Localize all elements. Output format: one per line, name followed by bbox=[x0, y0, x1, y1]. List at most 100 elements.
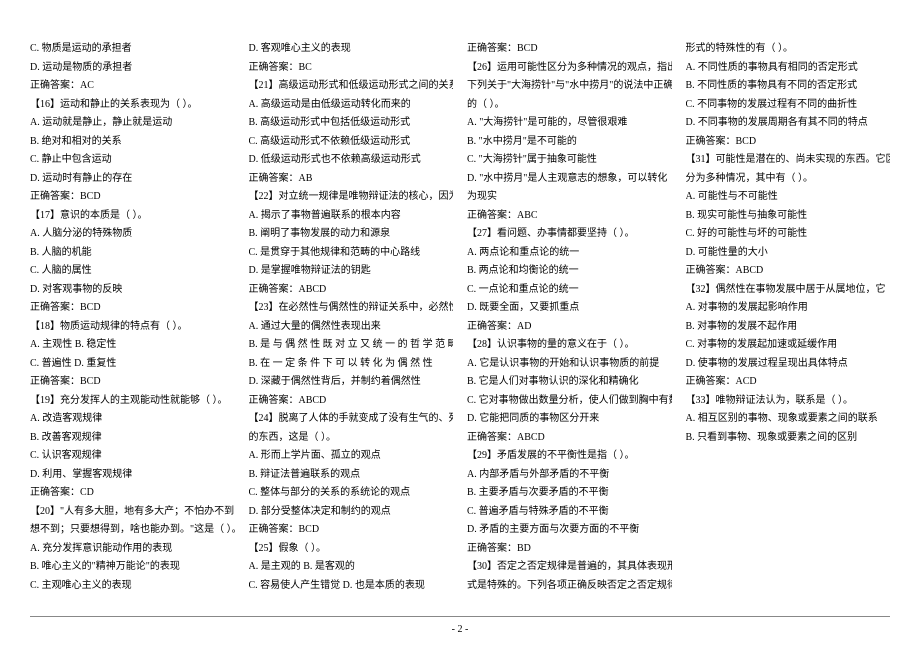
text-line: B. 改善客观规律 bbox=[30, 429, 235, 448]
text-line: B. 唯心主义的"精神万能论"的表现 bbox=[30, 558, 235, 577]
text-line: C. 对事物的发展起加速或延缓作用 bbox=[686, 336, 891, 355]
text-line: 【30】否定之否定规律是普遍的，其具体表现形 bbox=[467, 558, 672, 577]
text-line: 正确答案：ABCD bbox=[467, 429, 672, 448]
text-line: 正确答案：BD bbox=[467, 540, 672, 559]
text-line: 正确答案：ABCD bbox=[249, 392, 454, 411]
text-line: C. 一点论和重点论的统一 bbox=[467, 281, 672, 300]
text-line: 【21】高级运动形式和低级运动形式之间的关系是 bbox=[249, 77, 454, 96]
text-line: 正确答案：ACD bbox=[686, 373, 891, 392]
text-line: A. 通过大量的偶然性表现出来 bbox=[249, 318, 454, 337]
text-line: D. 可能性量的大小 bbox=[686, 244, 891, 263]
text-line: C. 是贯穿于其他规律和范畴的中心路线 bbox=[249, 244, 454, 263]
text-line: D. 部分受整体决定和制约的观点 bbox=[249, 503, 454, 522]
text-line: A. "大海捞针"是可能的，尽管很艰难 bbox=[467, 114, 672, 133]
text-line: A. 不同性质的事物具有相同的否定形式 bbox=[686, 59, 891, 78]
text-line: A. 揭示了事物普遍联系的根本内容 bbox=[249, 207, 454, 226]
text-line: 正确答案：ABCD bbox=[249, 281, 454, 300]
text-line: 正确答案：BCD bbox=[249, 521, 454, 540]
text-line: 【22】对立统一规律是唯物辩证法的核心，因为它 bbox=[249, 188, 454, 207]
text-line: 正确答案：BCD bbox=[30, 188, 235, 207]
text-line: A. 对事物的发展起影响作用 bbox=[686, 299, 891, 318]
text-line: C. 高级运动形式不依赖低级运动形式 bbox=[249, 133, 454, 152]
text-line: D. 既要全面，又要抓重点 bbox=[467, 299, 672, 318]
text-line: B. 对事物的发展不起作用 bbox=[686, 318, 891, 337]
text-line: 【16】运动和静止的关系表现为（ ）。 bbox=[30, 96, 235, 115]
text-line: 的（ ）。 bbox=[467, 96, 672, 115]
text-line: A. 运动就是静止，静止就是运动 bbox=[30, 114, 235, 133]
text-line: D. 利用、掌握客观规律 bbox=[30, 466, 235, 485]
text-line: C. 认识客观规律 bbox=[30, 447, 235, 466]
text-line: D. 矛盾的主要方面与次要方面的不平衡 bbox=[467, 521, 672, 540]
text-line: A. 是主观的 B. 是客观的 bbox=[249, 558, 454, 577]
text-line: B. 在 一 定 条 件 下 可 以 转 化 为 偶 然 性 bbox=[249, 355, 454, 374]
text-line: B. 绝对和相对的关系 bbox=[30, 133, 235, 152]
text-line: A. 可能性与不可能性 bbox=[686, 188, 891, 207]
text-line: D. 它能把同质的事物区分开来 bbox=[467, 410, 672, 429]
text-line: C. 容易使人产生错觉 D. 也是本质的表现 bbox=[249, 577, 454, 596]
text-line: A. 内部矛盾与外部矛盾的不平衡 bbox=[467, 466, 672, 485]
text-line: A. 改造客观规律 bbox=[30, 410, 235, 429]
text-line: C. 整体与部分的关系的系统论的观点 bbox=[249, 484, 454, 503]
text-line: C. "大海捞针"属于抽象可能性 bbox=[467, 151, 672, 170]
text-line: 正确答案：AB bbox=[249, 170, 454, 189]
text-line: C. 不同事物的发展过程有不同的曲折性 bbox=[686, 96, 891, 115]
text-line: 【19】充分发挥人的主观能动性就能够（ ）。 bbox=[30, 392, 235, 411]
text-line: 正确答案：AC bbox=[30, 77, 235, 96]
text-line: C. 好的可能性与坏的可能性 bbox=[686, 225, 891, 244]
text-line: 【23】在必然性与偶然性的辩证关系中，必然性 bbox=[249, 299, 454, 318]
text-line: A. 两点论和重点论的统一 bbox=[467, 244, 672, 263]
text-line: C. 人脑的属性 bbox=[30, 262, 235, 281]
text-line: 正确答案：BCD bbox=[467, 40, 672, 59]
text-line: C. 静止中包含运动 bbox=[30, 151, 235, 170]
text-line: 【29】矛盾发展的不平衡性是指（ ）。 bbox=[467, 447, 672, 466]
text-line: 【18】物质运动规律的特点有（ ）。 bbox=[30, 318, 235, 337]
text-line: B. 人脑的机能 bbox=[30, 244, 235, 263]
text-line: B. "水中捞月"是不可能的 bbox=[467, 133, 672, 152]
text-line: B. 不同性质的事物具有不同的否定形式 bbox=[686, 77, 891, 96]
text-line: 分为多种情况，其中有（ ）。 bbox=[686, 170, 891, 189]
text-line: A. 主观性 B. 稳定性 bbox=[30, 336, 235, 355]
text-line: B. 主要矛盾与次要矛盾的不平衡 bbox=[467, 484, 672, 503]
text-line: B. 它是人们对事物认识的深化和精确化 bbox=[467, 373, 672, 392]
document-page: C. 物质是运动的承担者D. 运动是物质的承担者正确答案：AC【16】运动和静止… bbox=[0, 0, 920, 651]
text-line: 【17】意识的本质是（ ）。 bbox=[30, 207, 235, 226]
text-line: D. 深藏于偶然性背后，并制约着偶然性 bbox=[249, 373, 454, 392]
text-line: D. 是掌握唯物辩证法的钥匙 bbox=[249, 262, 454, 281]
footer-rule bbox=[30, 616, 890, 617]
text-line: 形式的特殊性的有（ ）。 bbox=[686, 40, 891, 59]
text-line: B. 高级运动形式中包括低级运动形式 bbox=[249, 114, 454, 133]
text-line: C. 主观唯心主义的表现 bbox=[30, 577, 235, 596]
text-line: 【26】运用可能性区分为多种情况的观点，指出 bbox=[467, 59, 672, 78]
text-line: 式是特殊的。下列各项正确反映否定之否定规律表现 bbox=[467, 577, 672, 596]
text-line: A. 人脑分泌的特殊物质 bbox=[30, 225, 235, 244]
text-line: 【25】假象（ ）。 bbox=[249, 540, 454, 559]
page-number: - 2 - bbox=[0, 624, 920, 635]
text-line: C. 物质是运动的承担者 bbox=[30, 40, 235, 59]
text-line: B. 是 与 偶 然 性 既 对 立 又 统 一 的 哲 学 范 畴 bbox=[249, 336, 454, 355]
text-line: A. 高级运动是由低级运动转化而来的 bbox=[249, 96, 454, 115]
text-line: 为现实 bbox=[467, 188, 672, 207]
text-line: 【28】认识事物的量的意义在于（ ）。 bbox=[467, 336, 672, 355]
text-line: C. 普遍性 D. 重复性 bbox=[30, 355, 235, 374]
text-line: 正确答案：BC bbox=[249, 59, 454, 78]
text-line: 正确答案：BCD bbox=[686, 133, 891, 152]
text-line: 【33】唯物辩证法认为，联系是（ ）。 bbox=[686, 392, 891, 411]
text-line: A. 形而上学片面、孤立的观点 bbox=[249, 447, 454, 466]
text-line: B. 现实可能性与抽象可能性 bbox=[686, 207, 891, 226]
text-columns: C. 物质是运动的承担者D. 运动是物质的承担者正确答案：AC【16】运动和静止… bbox=[30, 40, 890, 595]
text-line: D. 低级运动形式也不依赖高级运动形式 bbox=[249, 151, 454, 170]
text-line: A. 充分发挥意识能动作用的表现 bbox=[30, 540, 235, 559]
text-line: 【24】脱离了人体的手就变成了没有生气的、死 bbox=[249, 410, 454, 429]
text-line: 正确答案：ABCD bbox=[686, 262, 891, 281]
text-line: 【20】"人有多大胆，地有多大产；不怕办不到，就怕 bbox=[30, 503, 235, 522]
text-line: 【31】可能性是潜在的、尚未实现的东西。它区 bbox=[686, 151, 891, 170]
text-line: B. 两点论和均衡论的统一 bbox=[467, 262, 672, 281]
text-line: 【32】偶然性在事物发展中居于从属地位，它（ ）。 bbox=[686, 281, 891, 300]
text-line: D. 不同事物的发展周期各有其不同的特点 bbox=[686, 114, 891, 133]
text-line: A. 相互区别的事物、现象或要素之间的联系 bbox=[686, 410, 891, 429]
text-line: D. 运动是物质的承担者 bbox=[30, 59, 235, 78]
text-line: A. 它是认识事物的开始和认识事物质的前提 bbox=[467, 355, 672, 374]
text-line: 【27】看问题、办事情都要坚持（ ）。 bbox=[467, 225, 672, 244]
text-line: 正确答案：BCD bbox=[30, 373, 235, 392]
text-line: 的东西，这是（ ）。 bbox=[249, 429, 454, 448]
